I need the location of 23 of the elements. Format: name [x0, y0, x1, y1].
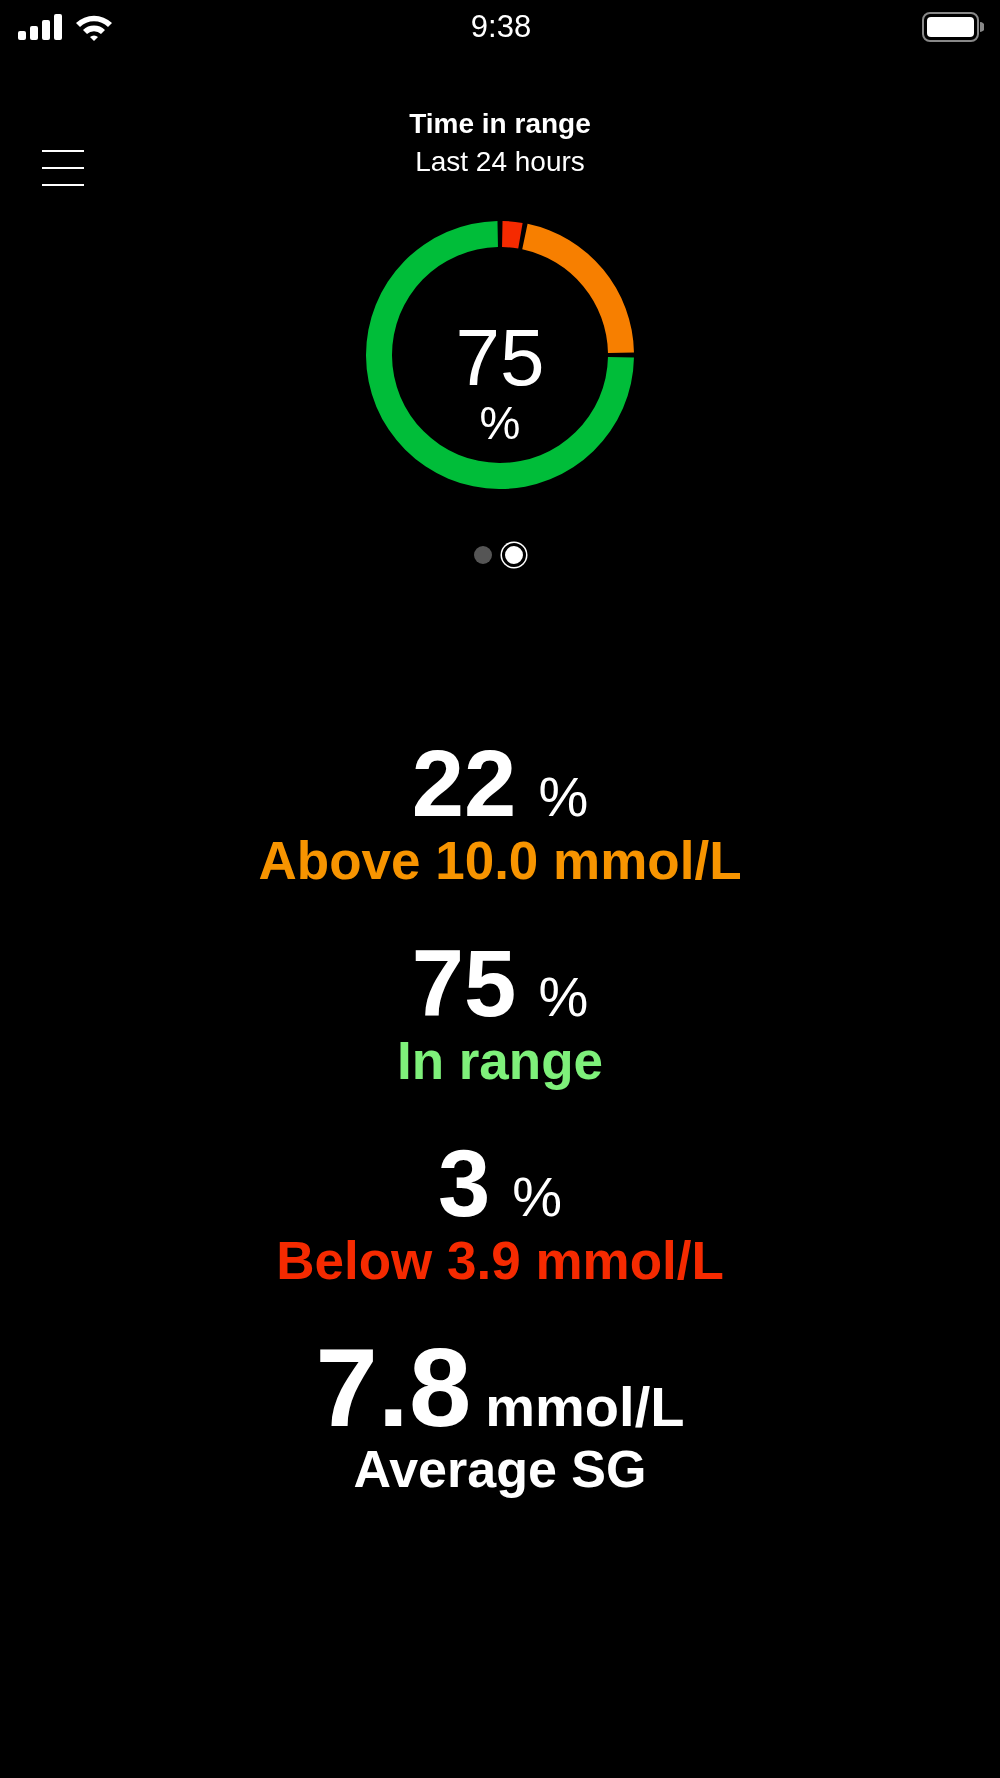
stat-label: In range — [396, 1032, 604, 1090]
wifi-icon — [74, 13, 114, 41]
stat-value: 7.8 — [315, 1336, 472, 1440]
clock-time: 9:38 — [470, 9, 532, 45]
screen-title: Time in range — [409, 108, 591, 140]
signal-icon — [18, 14, 64, 40]
stat-unit: % — [538, 964, 589, 1029]
screen-subtitle: Last 24 hours — [415, 146, 585, 178]
page-dot[interactable] — [502, 543, 526, 567]
stat-value: 75 — [411, 936, 517, 1032]
stat-label: Below 3.9 mmol/L — [276, 1232, 724, 1290]
stat-label: Average SG — [353, 1440, 647, 1498]
stat-value: 3 — [437, 1136, 491, 1232]
stat-value: 22 — [411, 736, 517, 832]
stat-unit: mmol/L — [485, 1374, 685, 1439]
page-dot[interactable] — [474, 546, 492, 564]
battery-icon — [922, 12, 984, 42]
stat-unit: % — [512, 1164, 563, 1229]
ring-unit: % — [479, 398, 521, 448]
stat-unit: % — [538, 764, 589, 829]
menu-icon[interactable] — [42, 150, 84, 186]
stat-label: Above 10.0 mmol/L — [258, 832, 742, 890]
ring-value: 75 — [455, 318, 545, 398]
